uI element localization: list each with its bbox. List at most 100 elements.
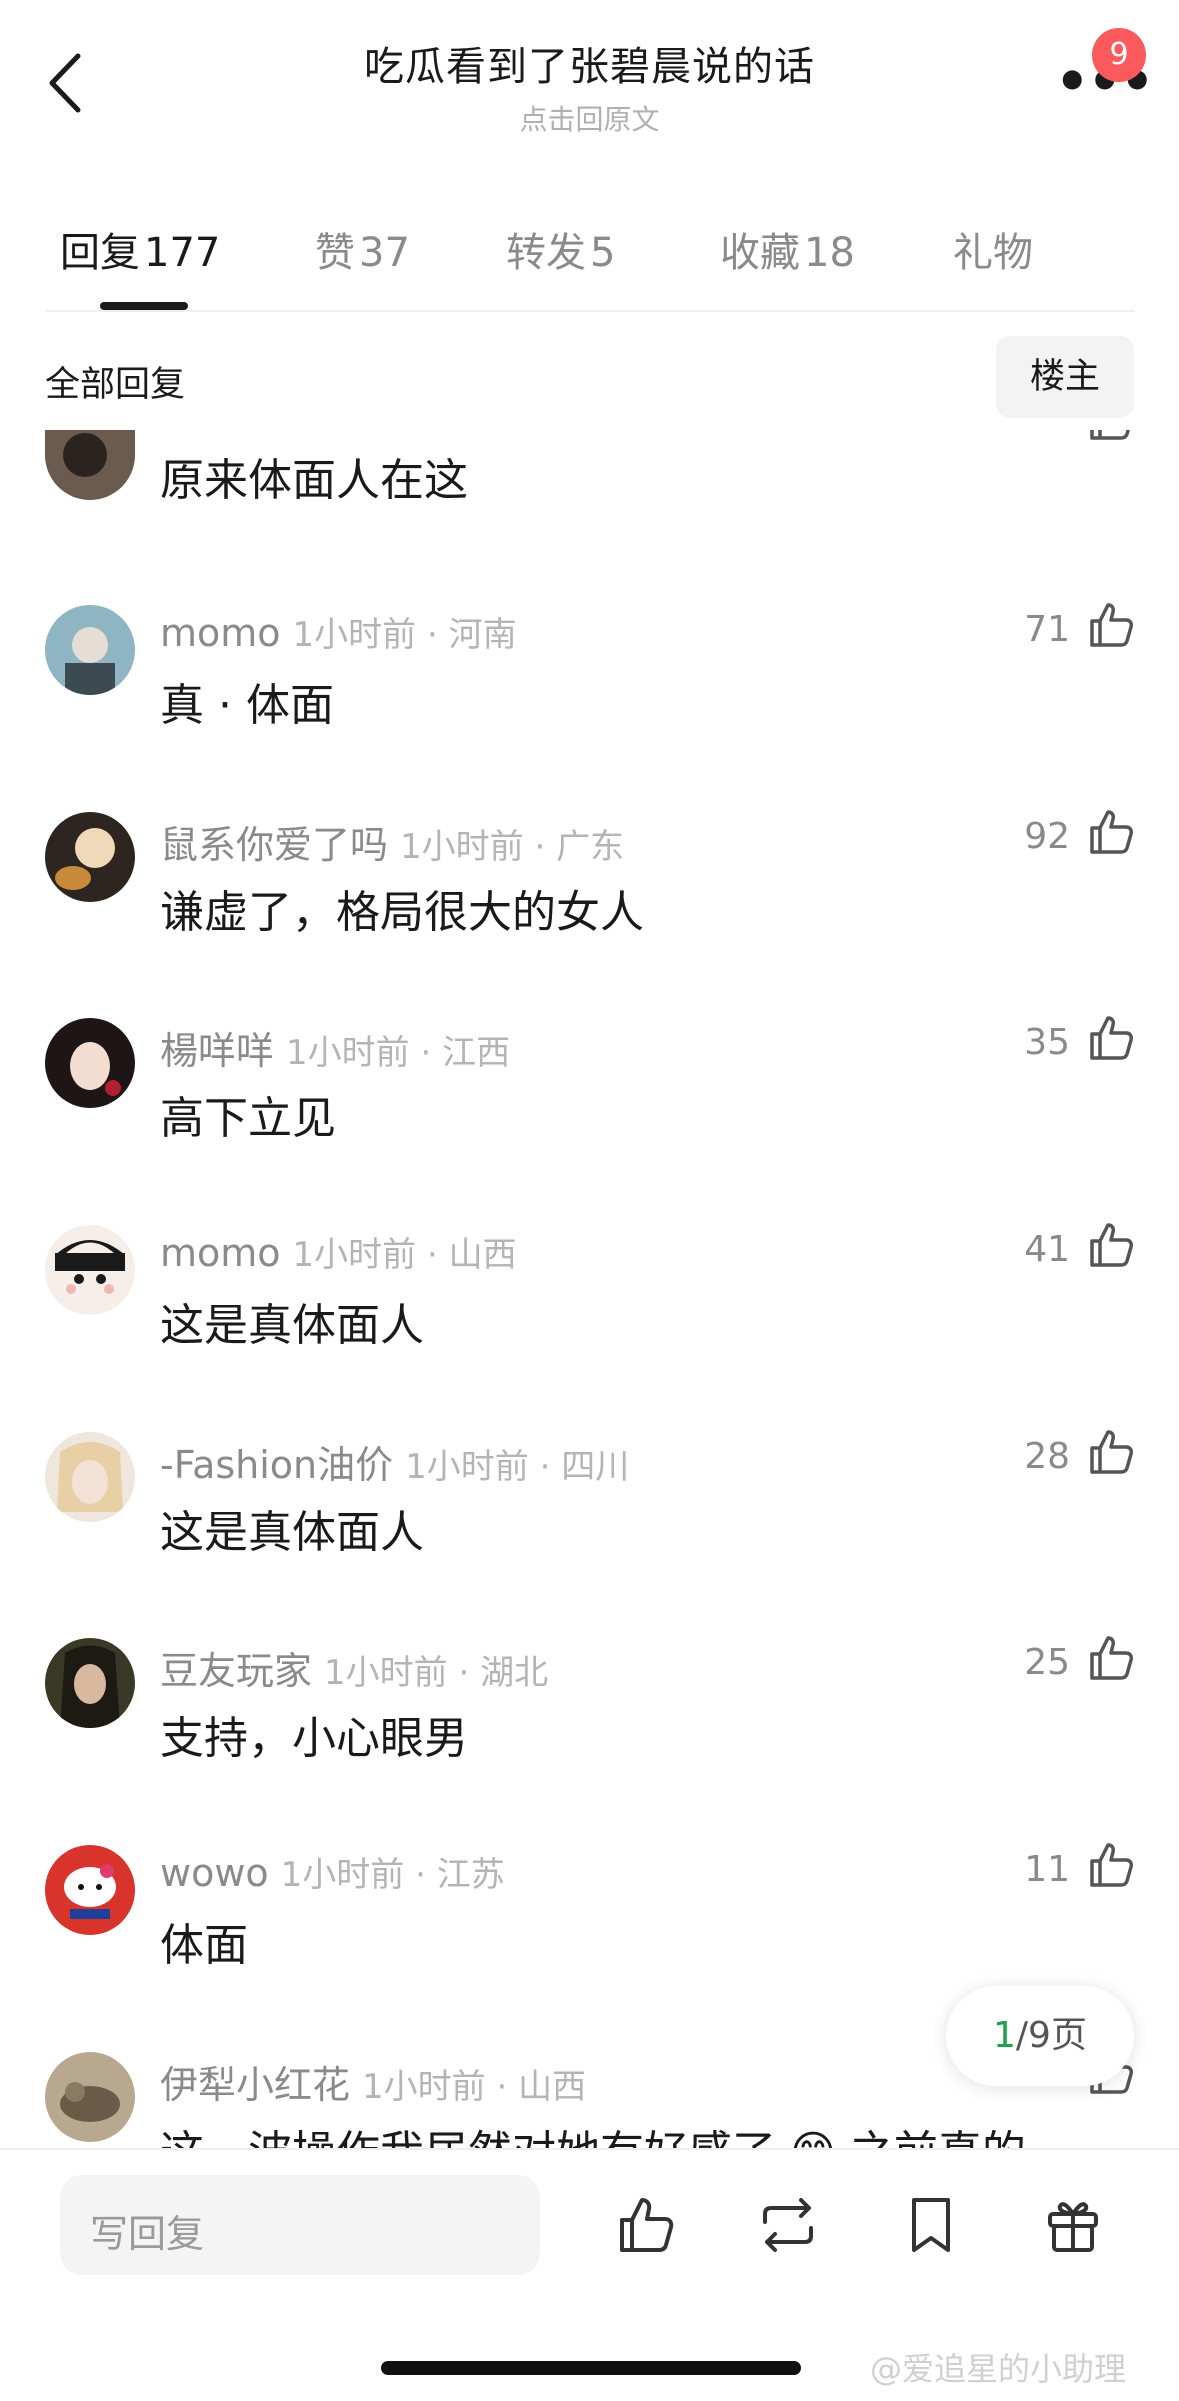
comment-text: 高下立见 — [160, 1093, 336, 1144]
tab-reposts[interactable]: 转发 5 — [506, 220, 615, 278]
avatar[interactable] — [45, 430, 135, 500]
notification-badge: 9 — [1092, 28, 1146, 82]
tab-bar: 回复 177 赞 37 转发 5 收藏 18 礼物 — [0, 210, 1179, 310]
gift-icon[interactable] — [1040, 2192, 1106, 2258]
tab-label: 赞 — [315, 230, 355, 276]
comment-time-location: 1小时前 · 江苏 — [280, 1855, 505, 1895]
like-icon[interactable] — [1084, 806, 1136, 858]
filter-row: 全部回复 楼主 — [0, 336, 1179, 422]
tab-count: 37 — [359, 230, 410, 276]
total-pages: /9页 — [1015, 2015, 1087, 2056]
like-count: 11 — [1024, 1849, 1070, 1890]
reply-input[interactable]: 写回复 — [60, 2175, 540, 2275]
tab-label: 收藏 — [720, 230, 800, 276]
comment-item[interactable]: 原来体面人在这 — [0, 430, 1179, 610]
page-indicator[interactable]: 1/9页 — [946, 1986, 1134, 2086]
comment-item[interactable]: momo 1小时前 · 河南 真 · 体面 71 — [0, 603, 1179, 805]
like-count: 71 — [1024, 609, 1070, 650]
like-icon[interactable] — [1084, 430, 1136, 444]
tab-likes[interactable]: 赞 37 — [315, 220, 410, 278]
title-area[interactable]: 吃瓜看到了张碧晨说的话 点击回原文 — [0, 34, 1179, 138]
like-count: 92 — [1024, 816, 1070, 857]
tab-label: 回复 — [60, 230, 140, 276]
comment-text: 这是真体面人 — [160, 1300, 424, 1351]
like-icon[interactable] — [1084, 1219, 1136, 1271]
comment-item[interactable]: 豆友玩家 1小时前 · 湖北 支持，小心眼男 25 — [0, 1636, 1179, 1838]
avatar[interactable] — [45, 1638, 135, 1728]
tab-count: 5 — [590, 230, 616, 276]
username[interactable]: 楊咩咩 — [160, 1029, 274, 1073]
like-count: 41 — [1024, 1229, 1070, 1270]
username[interactable]: momo — [160, 1231, 281, 1275]
tab-gifts[interactable]: 礼物 — [953, 220, 1033, 278]
active-tab-indicator — [100, 302, 188, 310]
like-icon[interactable] — [612, 2192, 678, 2258]
tab-label: 转发 — [506, 230, 586, 276]
comment-meta: 伊犁小红花 1小时前 · 山西 — [160, 2054, 586, 2109]
like-count: 35 — [1024, 1022, 1070, 1063]
username[interactable]: 伊犁小红花 — [160, 2063, 350, 2107]
back-to-original-link[interactable]: 点击回原文 — [0, 98, 1179, 138]
comment-item[interactable]: momo 1小时前 · 山西 这是真体面人 41 — [0, 1223, 1179, 1425]
divider — [45, 310, 1135, 312]
avatar[interactable] — [45, 1432, 135, 1522]
comment-time-location: 1小时前 · 河南 — [292, 615, 517, 655]
repost-icon[interactable] — [755, 2192, 821, 2258]
comment-text: 原来体面人在这 — [160, 455, 468, 506]
avatar[interactable] — [45, 1845, 135, 1935]
comment-text: 这一波操作我居然对她有好感了 😊 之前真的 — [160, 2116, 1026, 2148]
all-replies-label[interactable]: 全部回复 — [45, 356, 185, 407]
op-only-button[interactable]: 楼主 — [996, 336, 1134, 418]
watermark: @爱追星的小助理 — [870, 2350, 1127, 2388]
like-count: 25 — [1024, 1642, 1070, 1683]
like-count: 28 — [1024, 1436, 1070, 1477]
username[interactable]: 豆友玩家 — [160, 1649, 312, 1693]
username[interactable]: momo — [160, 611, 281, 655]
comment-time-location: 1小时前 · 四川 — [405, 1447, 630, 1487]
post-title[interactable]: 吃瓜看到了张碧晨说的话 — [0, 34, 1179, 92]
tab-count: 18 — [804, 230, 855, 276]
like-icon[interactable] — [1084, 1839, 1136, 1891]
bookmark-icon[interactable] — [898, 2192, 964, 2258]
like-icon[interactable] — [1084, 1632, 1136, 1684]
comment-item[interactable]: 楊咩咩 1小时前 · 江西 高下立见 35 — [0, 1016, 1179, 1218]
comment-list[interactable]: 原来体面人在这 momo 1小时前 · 河南 真 · 体面 71 鼠系你爱了吗 1小… — [0, 430, 1179, 2148]
username[interactable]: wowo — [160, 1851, 269, 1895]
comment-time-location: 1小时前 · 山西 — [362, 2067, 587, 2107]
comment-item[interactable]: -Fashion油价 1小时前 · 四川 这是真体面人 28 — [0, 1430, 1179, 1632]
comment-text: 支持，小心眼男 — [160, 1713, 468, 1764]
comment-item[interactable]: 鼠系你爱了吗 1小时前 · 广东 谦虚了，格局很大的女人 92 — [0, 810, 1179, 1012]
reply-placeholder: 写回复 — [90, 2212, 205, 2256]
tab-favorites[interactable]: 收藏 18 — [720, 220, 855, 278]
username[interactable]: -Fashion油价 — [160, 1443, 393, 1487]
comment-meta: 楊咩咩 1小时前 · 江西 — [160, 1020, 510, 1075]
tab-label: 礼物 — [953, 230, 1033, 276]
comment-meta: -Fashion油价 1小时前 · 四川 — [160, 1434, 629, 1489]
tab-replies[interactable]: 回复 177 — [60, 220, 220, 278]
like-icon[interactable] — [1084, 1012, 1136, 1064]
comment-time-location: 1小时前 · 湖北 — [324, 1653, 549, 1693]
tab-count: 177 — [144, 230, 221, 276]
comment-meta: momo 1小时前 · 河南 — [160, 607, 517, 656]
comment-text: 体面 — [160, 1920, 248, 1971]
comment-time-location: 1小时前 · 江西 — [286, 1033, 511, 1073]
comment-text: 真 · 体面 — [160, 680, 334, 731]
header: 吃瓜看到了张碧晨说的话 点击回原文 ••• 9 — [0, 0, 1179, 150]
avatar[interactable] — [45, 1018, 135, 1108]
comment-time-location: 1小时前 · 山西 — [292, 1235, 517, 1275]
home-indicator — [381, 2361, 801, 2375]
like-icon[interactable] — [1084, 1426, 1136, 1478]
like-icon[interactable] — [1084, 599, 1136, 651]
comment-text: 谦虚了，格局很大的女人 — [160, 887, 644, 938]
avatar[interactable] — [45, 1225, 135, 1315]
comment-meta: 豆友玩家 1小时前 · 湖北 — [160, 1640, 548, 1695]
comment-meta: wowo 1小时前 · 江苏 — [160, 1847, 505, 1896]
comment-meta: 鼠系你爱了吗 1小时前 · 广东 — [160, 814, 624, 869]
username[interactable]: 鼠系你爱了吗 — [160, 823, 388, 867]
comment-time-location: 1小时前 · 广东 — [400, 827, 625, 867]
current-page: 1 — [993, 2015, 1016, 2056]
comment-meta: momo 1小时前 · 山西 — [160, 1227, 517, 1276]
avatar[interactable] — [45, 605, 135, 695]
avatar[interactable] — [45, 812, 135, 902]
avatar[interactable] — [45, 2052, 135, 2142]
